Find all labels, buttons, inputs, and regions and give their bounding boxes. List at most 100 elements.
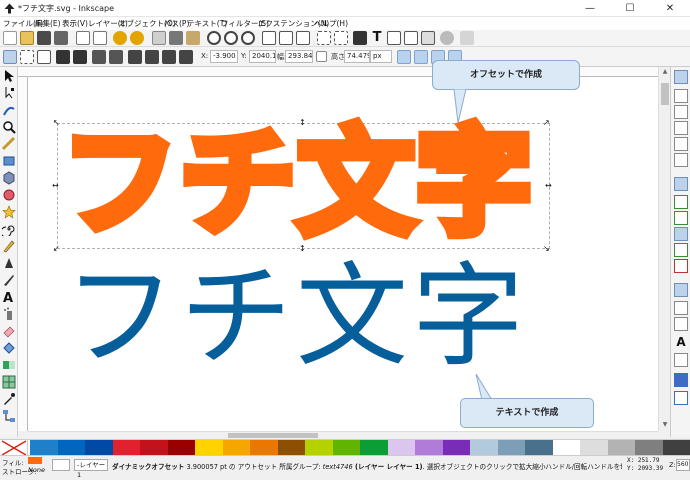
maximize-button[interactable]: ☐ xyxy=(610,0,650,17)
snap-others-icon[interactable] xyxy=(674,283,688,297)
scale-handle-top-left[interactable]: ↖ xyxy=(53,119,60,127)
save-icon[interactable] xyxy=(37,31,51,45)
redo-icon[interactable] xyxy=(130,31,144,45)
opacity-spinner[interactable] xyxy=(52,459,70,471)
spiral-tool-icon[interactable] xyxy=(2,222,16,236)
preferences-icon[interactable] xyxy=(440,31,454,45)
snap-grid-icon[interactable] xyxy=(674,373,688,387)
measure-tool-icon[interactable] xyxy=(2,137,16,151)
export-icon[interactable] xyxy=(93,31,107,45)
palette-swatch[interactable] xyxy=(553,440,581,456)
scale-stroke-icon[interactable] xyxy=(397,50,411,64)
scale-handle-left[interactable]: ↔ xyxy=(52,182,59,190)
palette-swatch[interactable] xyxy=(388,440,416,456)
unit-select[interactable]: px xyxy=(370,50,392,63)
cut-icon[interactable] xyxy=(169,31,183,45)
copy-icon[interactable] xyxy=(152,31,166,45)
eraser-tool-icon[interactable] xyxy=(2,324,16,338)
snap-center-icon[interactable] xyxy=(674,301,688,315)
select-all-icon[interactable] xyxy=(3,50,17,64)
palette-swatch[interactable] xyxy=(113,440,141,456)
palette-swatch[interactable] xyxy=(140,440,168,456)
xml-editor-icon[interactable] xyxy=(387,31,401,45)
palette-swatch[interactable] xyxy=(168,440,196,456)
snap-nodes-icon[interactable] xyxy=(674,177,688,191)
snap-guide-icon[interactable] xyxy=(674,391,688,405)
zoom-input[interactable]: 560 xyxy=(676,459,690,471)
zoom-selection-icon[interactable] xyxy=(207,31,221,45)
snap-page-border-icon[interactable] xyxy=(674,353,688,367)
raise-icon[interactable] xyxy=(145,50,159,64)
connector-tool-icon[interactable] xyxy=(2,409,16,423)
palette-swatch[interactable] xyxy=(608,440,636,456)
scroll-down-icon[interactable]: ▼ xyxy=(661,422,669,428)
horizontal-scroll-thumb[interactable] xyxy=(228,433,318,438)
star-tool-icon[interactable] xyxy=(2,205,16,219)
palette-swatch[interactable] xyxy=(195,440,223,456)
snap-paths-icon[interactable] xyxy=(674,195,688,209)
plain-text-object[interactable]: フチ文字 xyxy=(64,257,528,377)
palette-swatch[interactable] xyxy=(635,440,663,456)
spray-tool-icon[interactable] xyxy=(2,307,16,321)
snap-bbox-icon[interactable] xyxy=(674,89,688,103)
snap-midpoint-icon[interactable] xyxy=(674,259,688,273)
scale-corners-icon[interactable] xyxy=(414,50,428,64)
snap-bbox-center-icon[interactable] xyxy=(674,153,688,167)
tweak-tool-icon[interactable] xyxy=(2,103,16,117)
vertical-scroll-thumb[interactable] xyxy=(661,83,669,105)
snap-enable-icon[interactable] xyxy=(674,70,688,84)
snap-bbox-midpoint-icon[interactable] xyxy=(674,137,688,151)
height-input[interactable]: 74.479 xyxy=(344,50,370,63)
scroll-up-icon[interactable]: ▲ xyxy=(661,69,669,75)
calligraphy-tool-icon[interactable] xyxy=(2,273,16,287)
drawing-canvas[interactable]: ↖ ↕ ↗ ↔ ↔ ↙ ↕ ↘ フチ文字 フチ文字 オフセットで作成 テキストで… xyxy=(28,77,658,431)
print-icon[interactable] xyxy=(54,31,68,45)
pen-tool-icon[interactable] xyxy=(2,256,16,270)
palette-swatch[interactable] xyxy=(470,440,498,456)
mesh-tool-icon[interactable] xyxy=(2,375,16,389)
close-button[interactable]: ✕ xyxy=(650,0,690,17)
palette-swatch[interactable] xyxy=(415,440,443,456)
lock-ratio-icon[interactable] xyxy=(316,51,327,62)
deselect-icon[interactable] xyxy=(37,50,51,64)
gradient-tool-icon[interactable] xyxy=(2,358,16,372)
palette-swatch[interactable] xyxy=(305,440,333,456)
palette-swatch[interactable] xyxy=(250,440,278,456)
snap-bbox-edge-icon[interactable] xyxy=(674,105,688,119)
minimize-button[interactable]: — xyxy=(570,0,610,17)
raise-to-top-icon[interactable] xyxy=(128,50,142,64)
no-paint-swatch[interactable] xyxy=(0,440,28,456)
clone-icon[interactable] xyxy=(279,31,293,45)
scale-handle-top-right[interactable]: ↗ xyxy=(543,119,550,127)
group-icon[interactable] xyxy=(317,31,331,45)
layer-select[interactable]: -レイヤー1 xyxy=(74,459,108,471)
menu-edit[interactable]: 編集(E) xyxy=(35,18,61,29)
palette-swatch[interactable] xyxy=(525,440,553,456)
snap-cusp-icon[interactable] xyxy=(674,227,688,241)
flip-horizontal-icon[interactable] xyxy=(92,50,106,64)
paint-bucket-tool-icon[interactable] xyxy=(2,341,16,355)
palette-swatch[interactable] xyxy=(223,440,251,456)
snap-bbox-corner-icon[interactable] xyxy=(674,121,688,135)
scale-handle-bottom-right[interactable]: ↘ xyxy=(543,245,550,253)
snap-text-baseline-icon[interactable]: A xyxy=(674,335,688,349)
duplicate-icon[interactable] xyxy=(262,31,276,45)
dropper-tool-icon[interactable] xyxy=(2,392,16,406)
select-all-layers-icon[interactable] xyxy=(20,50,34,64)
3d-box-tool-icon[interactable] xyxy=(2,171,16,185)
x-input[interactable]: -3.900 xyxy=(210,50,238,63)
y-input[interactable]: 2040.1( xyxy=(249,50,276,63)
ungroup-icon[interactable] xyxy=(334,31,348,45)
vertical-scrollbar[interactable]: ▲ ▼ xyxy=(658,67,670,431)
menu-help[interactable]: ヘルプ(H) xyxy=(314,18,348,29)
undo-icon[interactable] xyxy=(113,31,127,45)
fill-indicator[interactable] xyxy=(28,457,42,464)
snap-rotation-center-icon[interactable] xyxy=(674,317,688,331)
node-tool-icon[interactable] xyxy=(2,86,16,100)
unlink-clone-icon[interactable] xyxy=(296,31,310,45)
horizontal-scrollbar[interactable] xyxy=(28,431,658,439)
objects-icon[interactable] xyxy=(421,31,435,45)
new-document-icon[interactable] xyxy=(3,31,17,45)
align-distribute-icon[interactable] xyxy=(404,31,418,45)
width-input[interactable]: 293.845 xyxy=(285,50,313,63)
